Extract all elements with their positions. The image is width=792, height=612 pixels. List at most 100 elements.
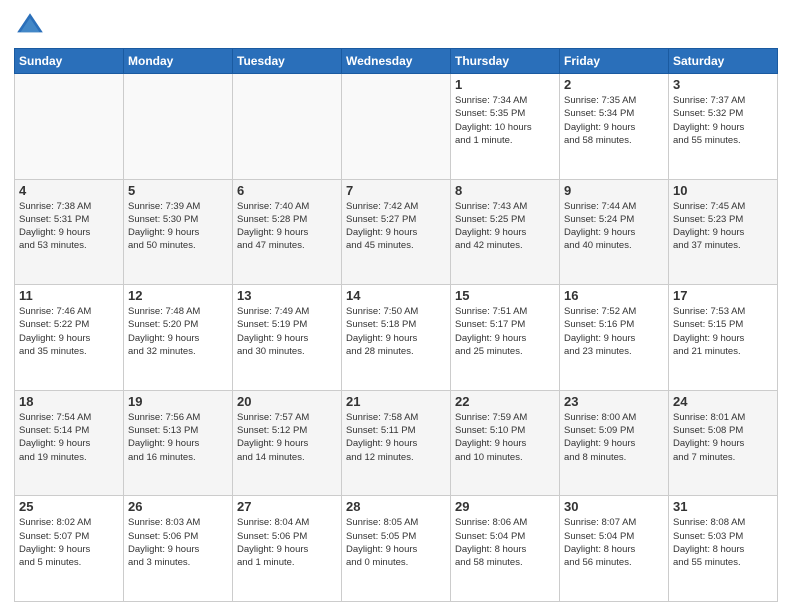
day-number: 24 xyxy=(673,394,773,409)
day-info: Sunrise: 7:37 AM Sunset: 5:32 PM Dayligh… xyxy=(673,94,773,147)
calendar-cell: 4 Sunrise: 7:38 AM Sunset: 5:31 PM Daylig… xyxy=(15,179,124,285)
header xyxy=(14,10,778,42)
day-info: Sunrise: 7:39 AM Sunset: 5:30 PM Dayligh… xyxy=(128,200,228,253)
day-info: Sunrise: 7:59 AM Sunset: 5:10 PM Dayligh… xyxy=(455,411,555,464)
day-info: Sunrise: 7:52 AM Sunset: 5:16 PM Dayligh… xyxy=(564,305,664,358)
calendar-cell: 11 Sunrise: 7:46 AM Sunset: 5:22 PM Dayli… xyxy=(15,285,124,391)
calendar-cell: 5 Sunrise: 7:39 AM Sunset: 5:30 PM Daylig… xyxy=(124,179,233,285)
day-number: 10 xyxy=(673,183,773,198)
day-number: 6 xyxy=(237,183,337,198)
day-number: 3 xyxy=(673,77,773,92)
calendar-cell: 10 Sunrise: 7:45 AM Sunset: 5:23 PM Dayli… xyxy=(669,179,778,285)
day-info: Sunrise: 8:05 AM Sunset: 5:05 PM Dayligh… xyxy=(346,516,446,569)
calendar-table: SundayMondayTuesdayWednesdayThursdayFrid… xyxy=(14,48,778,602)
logo xyxy=(14,10,48,42)
weekday-header-row: SundayMondayTuesdayWednesdayThursdayFrid… xyxy=(15,49,778,74)
day-info: Sunrise: 7:35 AM Sunset: 5:34 PM Dayligh… xyxy=(564,94,664,147)
day-number: 2 xyxy=(564,77,664,92)
day-info: Sunrise: 7:38 AM Sunset: 5:31 PM Dayligh… xyxy=(19,200,119,253)
calendar-cell: 7Sunrise: 7:42 AM Sunset: 5:27 PM Daylig… xyxy=(342,179,451,285)
day-number: 19 xyxy=(128,394,228,409)
day-info: Sunrise: 7:46 AM Sunset: 5:22 PM Dayligh… xyxy=(19,305,119,358)
calendar-cell: 20 Sunrise: 7:57 AM Sunset: 5:12 PM Dayli… xyxy=(233,390,342,496)
weekday-header-sunday: Sunday xyxy=(15,49,124,74)
weekday-header-tuesday: Tuesday xyxy=(233,49,342,74)
day-number: 15 xyxy=(455,288,555,303)
calendar-cell xyxy=(15,74,124,180)
day-number: 31 xyxy=(673,499,773,514)
calendar-cell: 16 Sunrise: 7:52 AM Sunset: 5:16 PM Dayli… xyxy=(560,285,669,391)
day-info: Sunrise: 7:49 AM Sunset: 5:19 PM Dayligh… xyxy=(237,305,337,358)
day-info: Sunrise: 7:43 AM Sunset: 5:25 PM Dayligh… xyxy=(455,200,555,253)
day-info: Sunrise: 7:48 AM Sunset: 5:20 PM Dayligh… xyxy=(128,305,228,358)
week-row-4: 18Sunrise: 7:54 AM Sunset: 5:14 PM Dayli… xyxy=(15,390,778,496)
calendar-cell: 29Sunrise: 8:06 AM Sunset: 5:04 PM Dayli… xyxy=(451,496,560,602)
day-info: Sunrise: 7:45 AM Sunset: 5:23 PM Dayligh… xyxy=(673,200,773,253)
day-info: Sunrise: 8:08 AM Sunset: 5:03 PM Dayligh… xyxy=(673,516,773,569)
calendar-cell: 6 Sunrise: 7:40 AM Sunset: 5:28 PM Daylig… xyxy=(233,179,342,285)
day-info: Sunrise: 7:56 AM Sunset: 5:13 PM Dayligh… xyxy=(128,411,228,464)
calendar-cell: 23Sunrise: 8:00 AM Sunset: 5:09 PM Dayli… xyxy=(560,390,669,496)
calendar-cell: 15 Sunrise: 7:51 AM Sunset: 5:17 PM Dayli… xyxy=(451,285,560,391)
calendar-cell: 9Sunrise: 7:44 AM Sunset: 5:24 PM Daylig… xyxy=(560,179,669,285)
day-number: 20 xyxy=(237,394,337,409)
day-info: Sunrise: 8:02 AM Sunset: 5:07 PM Dayligh… xyxy=(19,516,119,569)
day-info: Sunrise: 8:03 AM Sunset: 5:06 PM Dayligh… xyxy=(128,516,228,569)
day-number: 30 xyxy=(564,499,664,514)
day-info: Sunrise: 7:58 AM Sunset: 5:11 PM Dayligh… xyxy=(346,411,446,464)
day-info: Sunrise: 7:50 AM Sunset: 5:18 PM Dayligh… xyxy=(346,305,446,358)
calendar-cell: 25 Sunrise: 8:02 AM Sunset: 5:07 PM Dayli… xyxy=(15,496,124,602)
day-number: 25 xyxy=(19,499,119,514)
calendar-cell: 18Sunrise: 7:54 AM Sunset: 5:14 PM Dayli… xyxy=(15,390,124,496)
day-info: Sunrise: 7:44 AM Sunset: 5:24 PM Dayligh… xyxy=(564,200,664,253)
calendar-cell: 12Sunrise: 7:48 AM Sunset: 5:20 PM Dayli… xyxy=(124,285,233,391)
day-number: 28 xyxy=(346,499,446,514)
weekday-header-monday: Monday xyxy=(124,49,233,74)
calendar-cell: 13Sunrise: 7:49 AM Sunset: 5:19 PM Dayli… xyxy=(233,285,342,391)
calendar-cell: 27 Sunrise: 8:04 AM Sunset: 5:06 PM Dayli… xyxy=(233,496,342,602)
day-number: 29 xyxy=(455,499,555,514)
day-info: Sunrise: 7:51 AM Sunset: 5:17 PM Dayligh… xyxy=(455,305,555,358)
day-number: 17 xyxy=(673,288,773,303)
calendar-cell xyxy=(233,74,342,180)
day-number: 5 xyxy=(128,183,228,198)
calendar-cell: 14Sunrise: 7:50 AM Sunset: 5:18 PM Dayli… xyxy=(342,285,451,391)
day-number: 8 xyxy=(455,183,555,198)
calendar-cell xyxy=(342,74,451,180)
calendar-cell: 2 Sunrise: 7:35 AM Sunset: 5:34 PM Daylig… xyxy=(560,74,669,180)
week-row-5: 25 Sunrise: 8:02 AM Sunset: 5:07 PM Dayli… xyxy=(15,496,778,602)
day-info: Sunrise: 8:04 AM Sunset: 5:06 PM Dayligh… xyxy=(237,516,337,569)
day-number: 16 xyxy=(564,288,664,303)
weekday-header-wednesday: Wednesday xyxy=(342,49,451,74)
week-row-2: 4 Sunrise: 7:38 AM Sunset: 5:31 PM Daylig… xyxy=(15,179,778,285)
day-info: Sunrise: 7:40 AM Sunset: 5:28 PM Dayligh… xyxy=(237,200,337,253)
day-info: Sunrise: 8:01 AM Sunset: 5:08 PM Dayligh… xyxy=(673,411,773,464)
day-number: 4 xyxy=(19,183,119,198)
calendar-cell: 22 Sunrise: 7:59 AM Sunset: 5:10 PM Dayli… xyxy=(451,390,560,496)
day-number: 27 xyxy=(237,499,337,514)
calendar-cell: 19 Sunrise: 7:56 AM Sunset: 5:13 PM Dayli… xyxy=(124,390,233,496)
calendar-cell: 8 Sunrise: 7:43 AM Sunset: 5:25 PM Daylig… xyxy=(451,179,560,285)
weekday-header-thursday: Thursday xyxy=(451,49,560,74)
day-number: 22 xyxy=(455,394,555,409)
day-info: Sunrise: 7:42 AM Sunset: 5:27 PM Dayligh… xyxy=(346,200,446,253)
page: SundayMondayTuesdayWednesdayThursdayFrid… xyxy=(0,0,792,612)
day-number: 1 xyxy=(455,77,555,92)
calendar-cell: 21 Sunrise: 7:58 AM Sunset: 5:11 PM Dayli… xyxy=(342,390,451,496)
logo-icon xyxy=(14,10,46,42)
day-info: Sunrise: 8:00 AM Sunset: 5:09 PM Dayligh… xyxy=(564,411,664,464)
calendar-cell: 26Sunrise: 8:03 AM Sunset: 5:06 PM Dayli… xyxy=(124,496,233,602)
weekday-header-friday: Friday xyxy=(560,49,669,74)
week-row-3: 11 Sunrise: 7:46 AM Sunset: 5:22 PM Dayli… xyxy=(15,285,778,391)
day-number: 11 xyxy=(19,288,119,303)
calendar-cell: 1 Sunrise: 7:34 AM Sunset: 5:35 PM Daylig… xyxy=(451,74,560,180)
week-row-1: 1 Sunrise: 7:34 AM Sunset: 5:35 PM Daylig… xyxy=(15,74,778,180)
day-info: Sunrise: 7:54 AM Sunset: 5:14 PM Dayligh… xyxy=(19,411,119,464)
day-info: Sunrise: 7:57 AM Sunset: 5:12 PM Dayligh… xyxy=(237,411,337,464)
calendar-cell: 3 Sunrise: 7:37 AM Sunset: 5:32 PM Daylig… xyxy=(669,74,778,180)
day-info: Sunrise: 7:34 AM Sunset: 5:35 PM Dayligh… xyxy=(455,94,555,147)
day-info: Sunrise: 7:53 AM Sunset: 5:15 PM Dayligh… xyxy=(673,305,773,358)
weekday-header-saturday: Saturday xyxy=(669,49,778,74)
calendar-cell: 31 Sunrise: 8:08 AM Sunset: 5:03 PM Dayli… xyxy=(669,496,778,602)
day-number: 21 xyxy=(346,394,446,409)
